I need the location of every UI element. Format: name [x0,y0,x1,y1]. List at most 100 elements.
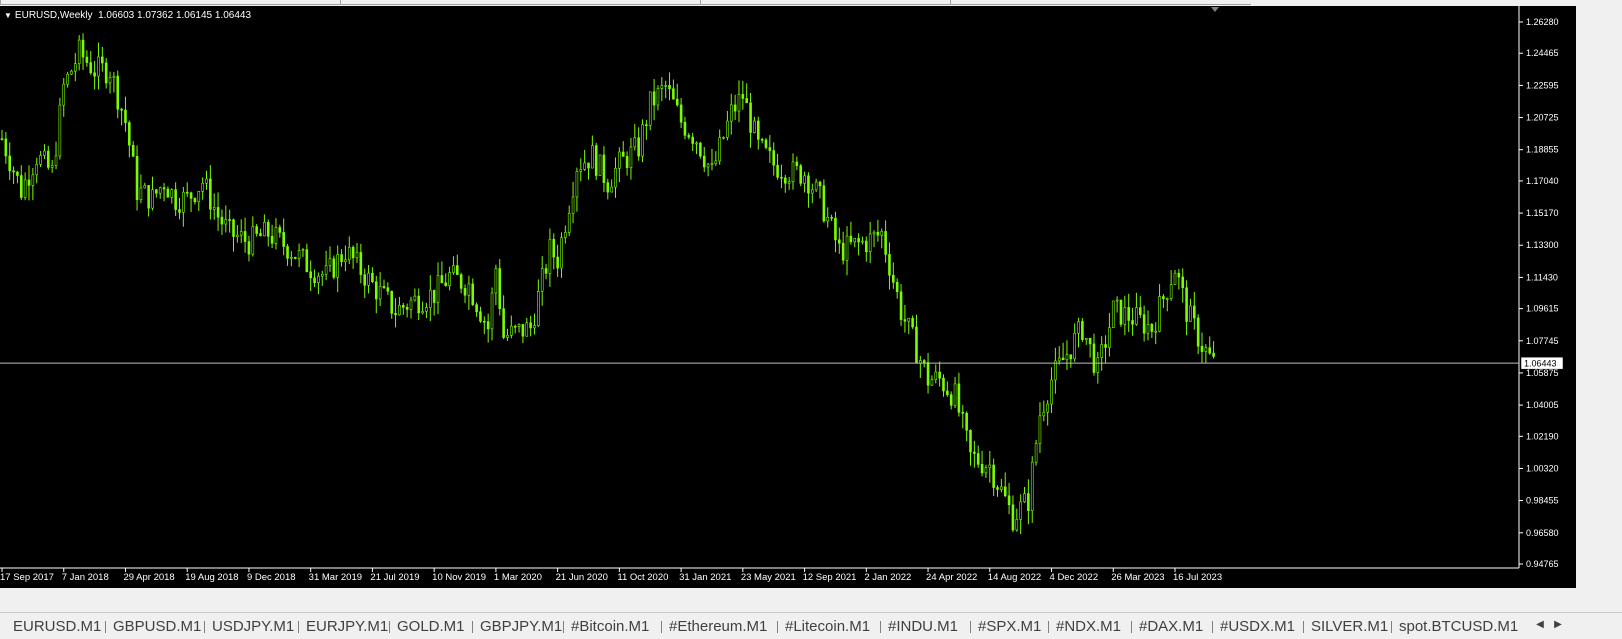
candle-body [915,326,918,364]
candle-body [448,272,451,287]
x-tick-label: 29 Apr 2018 [123,572,174,583]
candle-body [220,216,224,225]
candle-body [1000,486,1003,490]
candle-body [679,104,683,123]
tab-spx-m1[interactable]: #SPX.M1 [978,618,1041,636]
candle-body [351,247,355,259]
x-tick-label: 31 Mar 2019 [309,572,362,583]
candle-body [286,246,289,259]
tab-eurjpy-m1[interactable]: EURJPY.M1 [306,618,388,636]
triangle-down-icon[interactable]: ▼ [4,11,12,20]
tab-separator [298,621,299,633]
tab-gbpjpy-m1[interactable]: GBPJPY.M1 [480,618,562,636]
candle-body [12,170,15,173]
candle-body [729,104,733,122]
candle-body [814,181,818,191]
tab-spot-btcusd-m1[interactable]: spot.BTCUSD.M1 [1399,618,1518,636]
candle-body [1158,296,1161,332]
y-tick-label: 1.26280 [1526,17,1559,27]
tab-bitcoin-m1[interactable]: #Bitcoin.M1 [571,618,649,636]
tab-ethereum-m1[interactable]: #Ethereum.M1 [669,618,767,636]
candle-body [560,237,563,269]
candle-body [162,187,166,190]
x-tick-label: 21 Jul 2019 [370,572,419,583]
chevron-right-icon[interactable]: ▶ [1552,619,1564,630]
candle-body [444,282,448,287]
candle-body [413,295,417,301]
candle-body [899,291,903,320]
candle-body [664,85,667,87]
top-tab-segment [950,0,1251,5]
top-tab-segment [700,0,951,5]
candle-body [47,150,50,168]
candle-body [764,139,768,148]
candle-body [1146,324,1150,334]
candle-body [510,325,513,336]
candle-body [591,145,594,169]
top-tab-segment [340,0,701,5]
candle-body [1185,287,1188,322]
chart-shift-icon[interactable] [1211,7,1219,12]
candle-body [776,164,779,178]
candle-body [540,268,544,292]
candle-body [645,124,648,126]
candle-body [957,383,961,413]
candle-body [868,233,872,252]
chart-window[interactable]: 1.26280 1.24465 1.22595 1.20725 1.18855 1.170… [0,6,1576,588]
candle-body [155,189,158,194]
candle-body [363,274,367,286]
candle-body [1208,347,1212,354]
tab-usdx-m1[interactable]: #USDX.M1 [1220,618,1295,636]
y-tick-label: 1.22595 [1526,80,1559,90]
candle-body [371,272,374,283]
y-tick-label: 1.24465 [1526,48,1559,58]
candle-body [753,120,756,133]
candle-body [158,187,162,194]
candle-body [571,196,575,214]
candle-body [1019,501,1022,520]
candle-body [741,94,745,99]
candle-body [108,77,112,84]
tab-indu-m1[interactable]: #INDU.M1 [888,618,958,636]
candle-body [278,227,282,233]
candle-body [710,163,714,165]
candle-body [197,190,201,202]
tab-dax-m1[interactable]: #DAX.M1 [1139,618,1203,636]
candle-body [706,163,710,168]
candle-body [282,232,285,247]
candle-body [718,137,721,162]
candle-body [1150,324,1154,332]
candle-body [517,324,521,327]
candle-body [529,322,532,329]
candle-body [77,39,81,64]
tab-eurusd-m1[interactable]: EURUSD.M1 [13,618,101,636]
tab-usdjpy-m1[interactable]: USDJPY.M1 [212,618,294,636]
tab-gbpusd-m1[interactable]: GBPUSD.M1 [113,618,201,636]
candle-body [89,62,93,74]
price-chart[interactable]: 1.26280 1.24465 1.22595 1.20725 1.18855 1.170… [0,6,1576,588]
candle-body [1038,415,1042,444]
chevron-left-icon[interactable]: ◀ [1534,619,1546,630]
x-tick-label: 2 Jan 2022 [864,572,911,583]
tab-silver-m1[interactable]: SILVER.M1 [1311,618,1388,636]
x-tick-label: 14 Aug 2022 [988,572,1041,583]
candle-body [826,216,830,222]
candle-body [849,235,853,243]
candle-body [787,181,791,184]
candle-body [1011,504,1015,531]
candle-body [128,122,131,146]
tab-litecoin-m1[interactable]: #Litecoin.M1 [785,618,870,636]
tab-separator [970,621,971,633]
candle-body [1057,357,1061,362]
tab-gold-m1[interactable]: GOLD.M1 [397,618,465,636]
x-tick-label: 19 Aug 2018 [185,572,238,583]
y-tick-label: 1.04005 [1526,400,1559,410]
candle-body [737,94,741,112]
tab-ndx-m1[interactable]: #NDX.M1 [1056,618,1121,636]
candle-body [726,120,729,138]
candle-body [772,150,776,166]
chart-ohlc: 1.06603 1.07362 1.06145 1.06443 [98,10,252,21]
candle-body [822,185,826,222]
y-tick-label: 0.98455 [1526,496,1559,506]
candle-body [1169,284,1173,299]
